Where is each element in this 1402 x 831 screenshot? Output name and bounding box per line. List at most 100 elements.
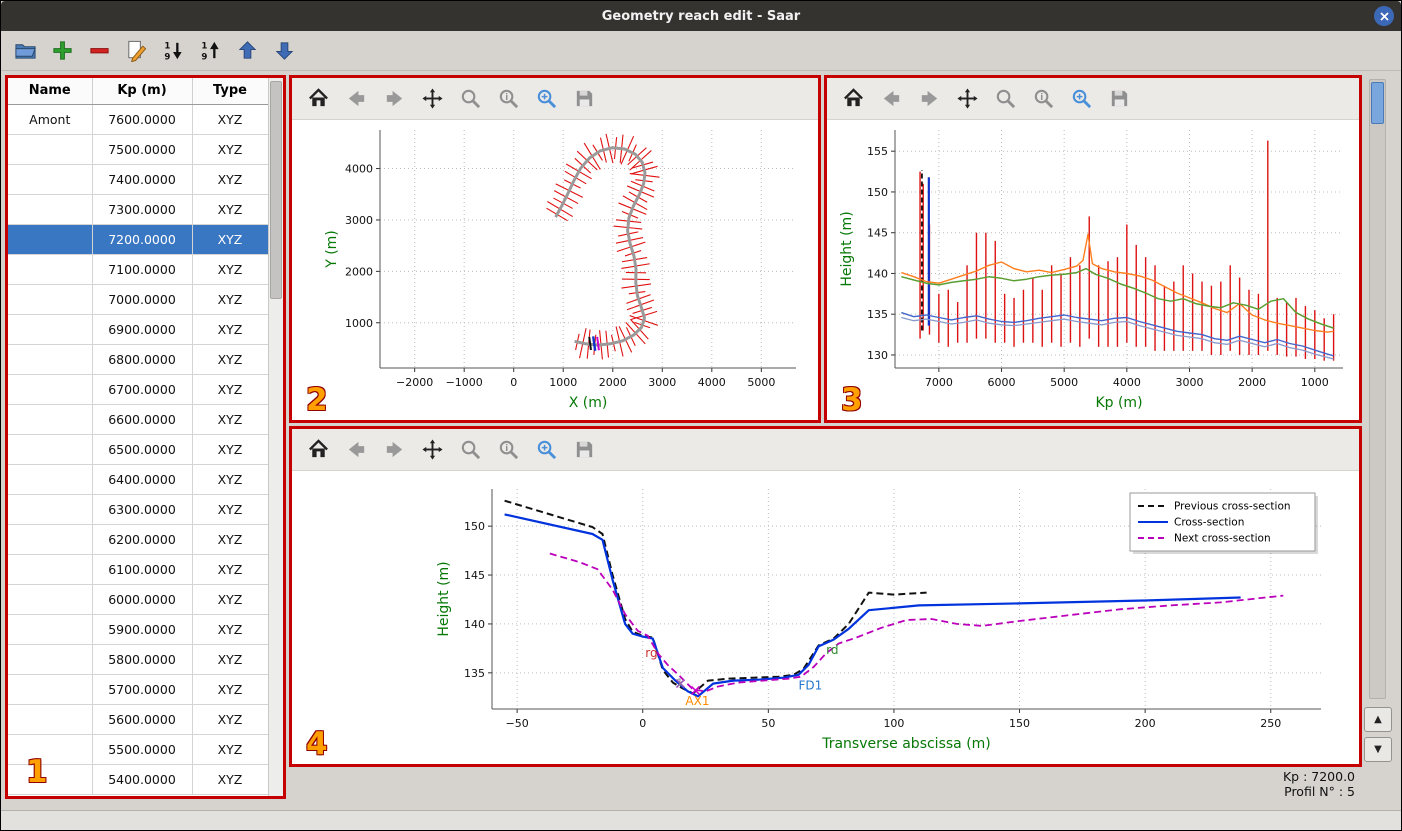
zoom-rect-icon[interactable] <box>534 438 558 462</box>
name-cell <box>8 674 93 705</box>
table-row[interactable]: 6300.0000 XYZ <box>8 494 269 525</box>
column-header-0: Name <box>8 78 93 105</box>
edit-row-icon[interactable] <box>124 39 148 63</box>
table-row[interactable]: 6900.0000 XYZ <box>8 314 269 345</box>
home-icon[interactable] <box>841 87 865 111</box>
back-icon[interactable] <box>344 87 368 111</box>
svg-text:rg: rg <box>645 646 657 660</box>
longitudinal-profile-plot[interactable]: 7000 6000 5000 4000 3000 2000 1000 130 135 140 145… <box>827 120 1359 420</box>
kp-cell: 6200.0000 <box>92 524 193 555</box>
name-cell <box>8 314 93 345</box>
table-row[interactable]: 5600.0000 XYZ <box>8 704 269 735</box>
table-row[interactable]: 6200.0000 XYZ <box>8 524 269 555</box>
table-scrollbar-thumb[interactable] <box>270 81 282 299</box>
save-icon[interactable] <box>572 438 596 462</box>
table-row[interactable]: 6700.0000 XYZ <box>8 374 269 405</box>
svg-text:150: 150 <box>464 520 485 533</box>
table-row[interactable]: 7500.0000 XYZ <box>8 134 269 165</box>
home-icon[interactable] <box>306 438 330 462</box>
window-scrollbar[interactable] <box>1369 79 1386 699</box>
table-row[interactable]: 7400.0000 XYZ <box>8 164 269 195</box>
kp-cell: 6800.0000 <box>92 344 193 375</box>
svg-text:Previous cross-section: Previous cross-section <box>1174 501 1291 513</box>
cross-section-plot[interactable]: −50 0 50 100 150 200 250 135 140 145 150 Transverse… <box>292 471 1359 764</box>
table-row[interactable]: 7100.0000 XYZ <box>8 254 269 285</box>
table-row[interactable]: 7200.0000 XYZ <box>8 224 269 255</box>
table-row[interactable]: 5400.0000 XYZ <box>8 764 269 795</box>
svg-text:100: 100 <box>883 717 904 730</box>
table-row[interactable]: 6800.0000 XYZ <box>8 344 269 375</box>
table-row[interactable]: 5700.0000 XYZ <box>8 674 269 705</box>
svg-text:1000: 1000 <box>1301 376 1329 389</box>
back-icon[interactable] <box>879 87 903 111</box>
table-row[interactable]: 7300.0000 XYZ <box>8 194 269 225</box>
name-cell <box>8 704 93 735</box>
move-down-icon[interactable] <box>272 39 296 63</box>
table-row[interactable]: 6100.0000 XYZ <box>8 554 269 585</box>
name-cell <box>8 494 93 525</box>
type-cell: XYZ <box>192 554 269 585</box>
zoom-icon[interactable] <box>458 87 482 111</box>
save-icon[interactable] <box>572 87 596 111</box>
back-icon[interactable] <box>344 438 368 462</box>
svg-text:0: 0 <box>510 376 517 389</box>
table-row[interactable]: 6500.0000 XYZ <box>8 434 269 465</box>
move-up-icon[interactable] <box>235 39 259 63</box>
table-row[interactable]: Amont 7600.0000 XYZ <box>8 104 269 135</box>
open-file-icon[interactable] <box>13 39 37 63</box>
add-row-icon[interactable] <box>50 39 74 63</box>
type-cell: XYZ <box>192 284 269 315</box>
renumber-ascending-icon[interactable]: 19 <box>198 39 222 63</box>
zoom-info-icon[interactable]: i <box>496 87 520 111</box>
forward-icon[interactable] <box>917 87 941 111</box>
name-cell <box>8 734 93 765</box>
type-cell: XYZ <box>192 104 269 135</box>
svg-text:5000: 5000 <box>747 376 775 389</box>
kp-cell: 6700.0000 <box>92 374 193 405</box>
svg-text:130: 130 <box>867 349 888 362</box>
table-row[interactable]: 5800.0000 XYZ <box>8 644 269 675</box>
home-icon[interactable] <box>306 87 330 111</box>
pan-icon[interactable] <box>420 438 444 462</box>
save-icon[interactable] <box>1107 87 1131 111</box>
svg-text:Height (m): Height (m) <box>436 561 452 636</box>
table-row[interactable]: 7000.0000 XYZ <box>8 284 269 315</box>
svg-text:145: 145 <box>867 227 888 240</box>
zoom-info-icon[interactable]: i <box>496 438 520 462</box>
renumber-descending-icon[interactable]: 19 <box>161 39 185 63</box>
pan-icon[interactable] <box>955 87 979 111</box>
table-row[interactable]: 5500.0000 XYZ <box>8 734 269 765</box>
table-row[interactable]: 6400.0000 XYZ <box>8 464 269 495</box>
delete-row-icon[interactable] <box>87 39 111 63</box>
name-cell <box>8 764 93 795</box>
table-scrollbar[interactable] <box>268 78 283 796</box>
window-scrollbar-thumb[interactable] <box>1371 82 1384 124</box>
close-button[interactable] <box>1374 6 1394 26</box>
svg-text:135: 135 <box>867 308 888 321</box>
forward-icon[interactable] <box>382 438 406 462</box>
profile-down-button[interactable]: ▼ <box>1364 737 1392 762</box>
zoom-icon[interactable] <box>993 87 1017 111</box>
svg-text:rd: rd <box>826 643 838 657</box>
forward-icon[interactable] <box>382 87 406 111</box>
zoom-rect-icon[interactable] <box>1069 87 1093 111</box>
zoom-icon[interactable] <box>458 438 482 462</box>
table-row[interactable]: 6600.0000 XYZ <box>8 404 269 435</box>
name-cell <box>8 404 93 435</box>
zoom-rect-icon[interactable] <box>534 87 558 111</box>
plan-view-plot[interactable]: −2000 −1000 0 1000 2000 3000 4000 5000 1000 2000 3… <box>292 120 818 420</box>
svg-text:Kp (m): Kp (m) <box>1095 395 1142 411</box>
type-cell: XYZ <box>192 374 269 405</box>
table-row[interactable]: 5900.0000 XYZ <box>8 614 269 645</box>
profile-up-button[interactable]: ▲ <box>1364 707 1392 732</box>
name-cell <box>8 434 93 465</box>
zoom-info-icon[interactable]: i <box>1031 87 1055 111</box>
type-cell: XYZ <box>192 404 269 435</box>
name-cell <box>8 374 93 405</box>
svg-text:Height (m): Height (m) <box>839 211 855 286</box>
kp-cell: 6900.0000 <box>92 314 193 345</box>
type-cell: XYZ <box>192 614 269 645</box>
pan-icon[interactable] <box>420 87 444 111</box>
table-row[interactable]: 6000.0000 XYZ <box>8 584 269 615</box>
type-cell: XYZ <box>192 644 269 675</box>
